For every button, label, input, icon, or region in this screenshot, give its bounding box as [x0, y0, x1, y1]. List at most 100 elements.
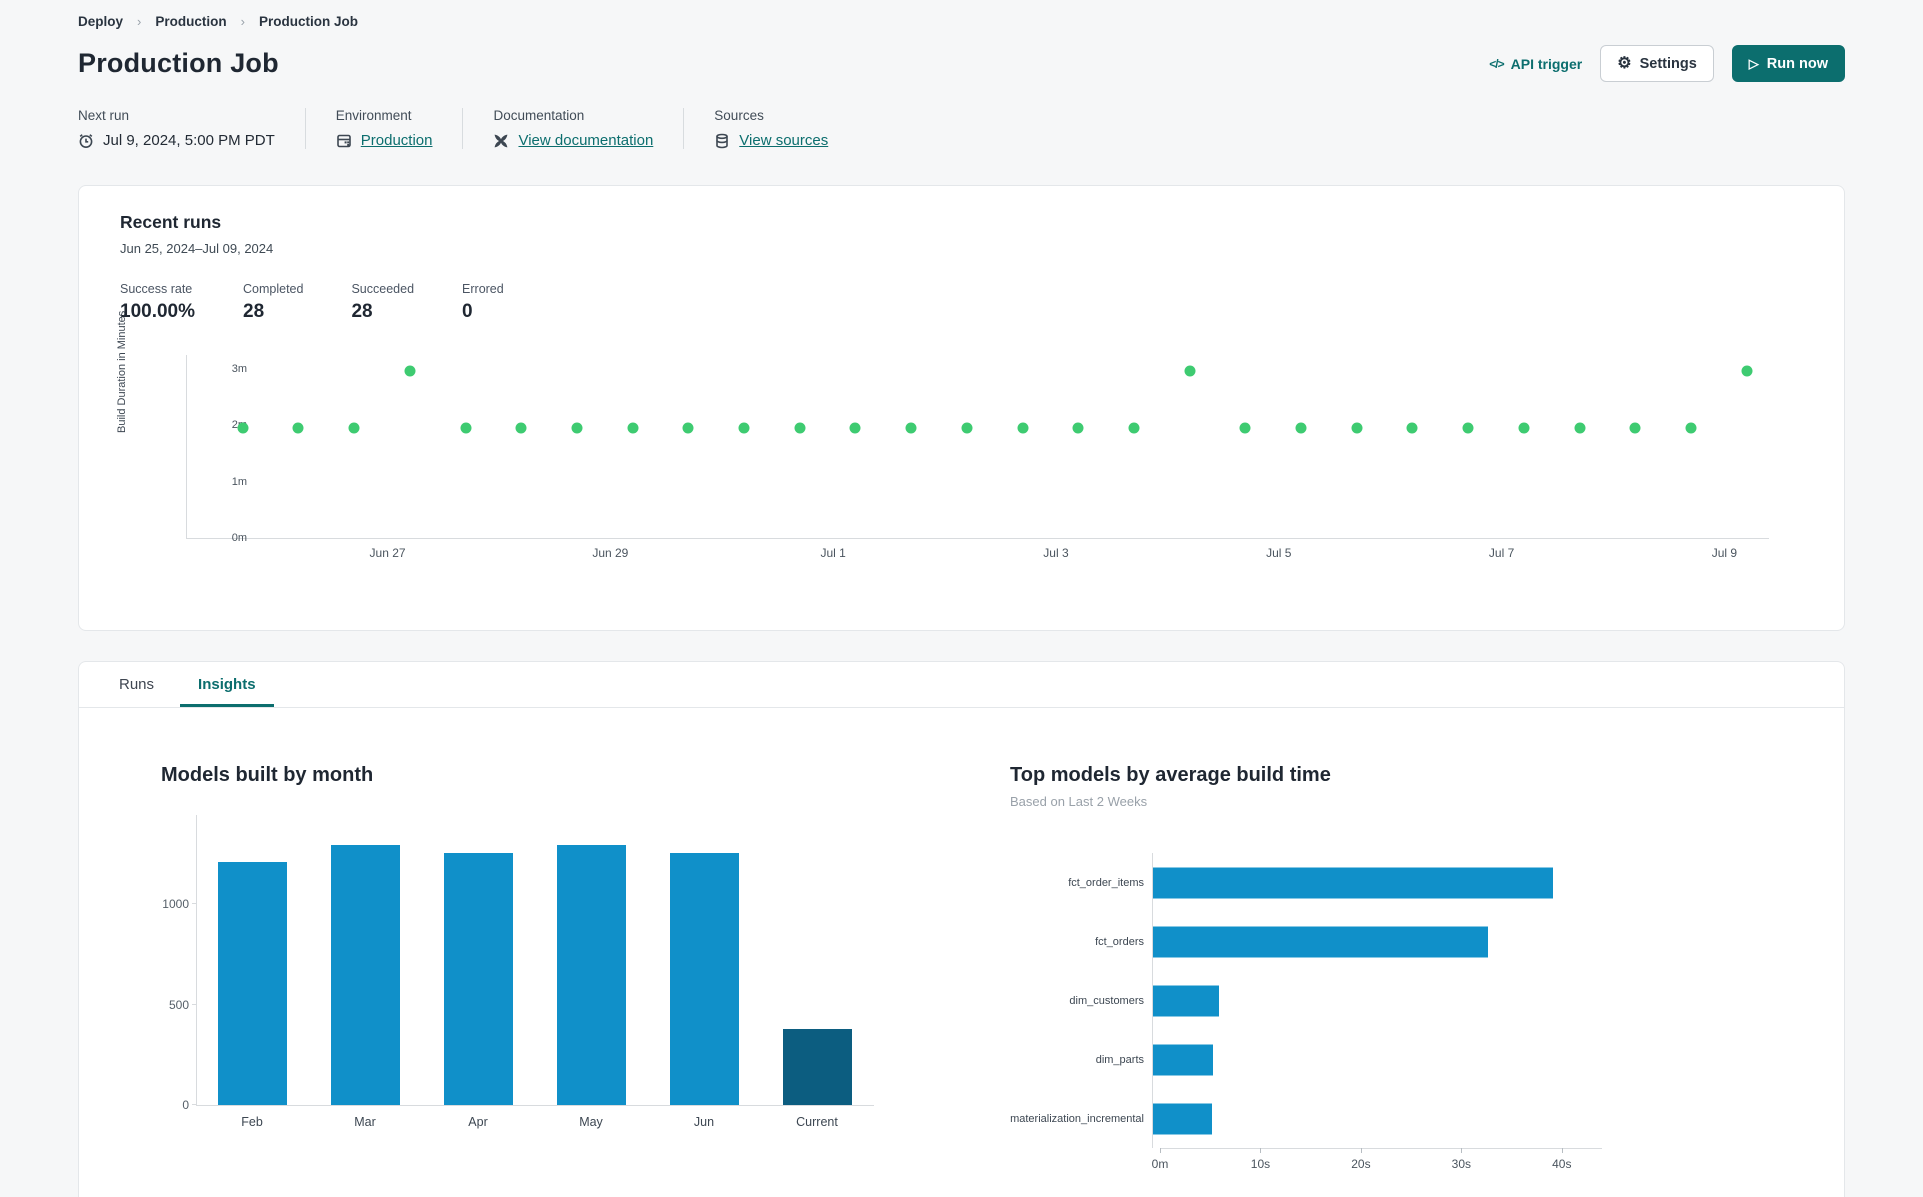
run-dot[interactable]	[1629, 422, 1641, 434]
y-tick-mark	[192, 903, 197, 905]
stat-success-rate: Success rate 100.00%	[120, 282, 196, 322]
build-time-x-tick: 0m	[1151, 1157, 1169, 1171]
run-dot[interactable]	[571, 422, 583, 434]
scatter-x-tick: Jul 3	[1043, 546, 1069, 560]
model-row: materialization_incremental	[1010, 1089, 1710, 1148]
model-bar-track	[1152, 1030, 1594, 1089]
run-dot[interactable]	[1072, 422, 1084, 434]
run-dot[interactable]	[515, 422, 527, 434]
model-row: dim_customers	[1010, 971, 1710, 1030]
gear-icon: ⚙	[1617, 54, 1632, 72]
models-built-y-tick: 0	[182, 1098, 189, 1112]
month-label: Apr	[468, 1115, 488, 1129]
build-time-x-tick: 20s	[1351, 1157, 1371, 1171]
model-bar[interactable]	[1153, 1044, 1214, 1075]
build-duration-chart: Build Duration in Minutes 0m1m2m3mJun 27…	[116, 311, 1803, 579]
clock-icon	[79, 133, 93, 148]
month-bar[interactable]	[330, 845, 400, 1105]
environment-label: Environment	[335, 108, 412, 123]
model-label: materialization_incremental	[1010, 1112, 1144, 1125]
run-dot[interactable]	[1351, 422, 1363, 434]
tab-insights[interactable]: Insights	[180, 662, 274, 707]
chevron-right-icon: ›	[137, 14, 142, 29]
top-models-subtitle: Based on Last 2 Weeks	[1010, 794, 1148, 809]
model-row: fct_order_items	[1010, 853, 1710, 912]
run-dot[interactable]	[794, 422, 806, 434]
model-bar[interactable]	[1153, 985, 1220, 1016]
view-sources-link[interactable]: View sources	[739, 132, 828, 149]
breadcrumb-deploy[interactable]: Deploy	[78, 14, 123, 29]
play-icon: ▷	[1748, 56, 1759, 71]
run-dot[interactable]	[849, 422, 861, 434]
next-run-label: Next run	[78, 108, 130, 123]
stat-completed: Completed 28	[243, 282, 304, 322]
scatter-x-tick: Jul 1	[820, 546, 846, 560]
run-dot[interactable]	[1518, 422, 1530, 434]
run-dot[interactable]	[1685, 422, 1697, 434]
models-built-title: Models built by month	[161, 764, 374, 786]
model-bar[interactable]	[1153, 1103, 1213, 1134]
top-models-title: Top models by average build time	[1010, 764, 1331, 786]
view-documentation-link[interactable]: View documentation	[518, 132, 653, 149]
breadcrumb-production-job: Production Job	[258, 14, 358, 29]
scatter-y-tick: 0m	[231, 532, 247, 544]
build-duration-plot: 0m1m2m3mJun 27Jun 29Jul 1Jul 3Jul 5Jul 7…	[186, 355, 1769, 560]
models-built-y-tick: 1000	[162, 897, 189, 912]
breadcrumb-production[interactable]: Production	[155, 14, 226, 29]
month-bar[interactable]	[443, 853, 513, 1105]
top-models-x-axis: 0m 10s 20s 30s 40s	[1152, 1148, 1602, 1171]
run-dot[interactable]	[1574, 422, 1586, 434]
run-dot[interactable]	[1017, 422, 1029, 434]
meta-environment: Environment Production	[304, 108, 463, 149]
stat-errored: Errored 0	[462, 282, 504, 322]
run-dot[interactable]	[1406, 422, 1418, 434]
model-bar-track	[1152, 853, 1594, 912]
environment-link[interactable]: Production	[361, 132, 433, 149]
y-tick-mark	[192, 1104, 197, 1105]
model-row: fct_orders	[1010, 912, 1710, 971]
x-tick-mark	[1461, 1148, 1463, 1153]
recent-runs-card: Recent runs Jun 25, 2024–Jul 09, 2024 Su…	[78, 185, 1845, 631]
model-bar-track	[1152, 912, 1594, 971]
top-models-chart: Top models by average build time Based o…	[1010, 764, 1710, 1171]
run-dot[interactable]	[460, 422, 472, 434]
insights-panel: Models built by month 0 500 1000 Feb Mar Apr M…	[79, 708, 1844, 1171]
y-tick-mark	[192, 1003, 197, 1005]
model-bar[interactable]	[1153, 926, 1488, 957]
run-now-label: Run now	[1766, 55, 1828, 72]
next-run-value: Jul 9, 2024, 5:00 PM PDT	[103, 132, 275, 149]
model-label: fct_order_items	[1068, 876, 1144, 889]
run-dot[interactable]	[1239, 422, 1251, 434]
month-bar[interactable]	[217, 862, 287, 1105]
month-bar[interactable]	[669, 853, 739, 1105]
month-label: Current	[796, 1115, 838, 1129]
environment-icon	[336, 134, 351, 147]
run-dot[interactable]	[1128, 422, 1140, 434]
run-dot[interactable]	[1295, 422, 1307, 434]
api-trigger-link[interactable]: </> API trigger	[1489, 56, 1582, 72]
build-time-x-tick: 30s	[1451, 1157, 1472, 1171]
run-dot[interactable]	[292, 422, 304, 434]
scatter-x-tick: Jul 9	[1711, 546, 1738, 560]
run-dot[interactable]	[348, 422, 360, 434]
month-bar[interactable]	[556, 845, 626, 1105]
run-dot[interactable]	[961, 422, 973, 434]
run-dot[interactable]	[738, 422, 750, 434]
model-bar[interactable]	[1153, 867, 1553, 898]
model-bar-track	[1152, 971, 1594, 1030]
page-header: Production Job </> API trigger ⚙ Setting…	[78, 45, 1845, 82]
run-dot[interactable]	[682, 422, 694, 434]
run-dot[interactable]	[905, 422, 917, 434]
build-time-x-tick: 10s	[1250, 1157, 1271, 1171]
run-dot[interactable]	[627, 422, 639, 434]
run-dot[interactable]	[1741, 365, 1753, 377]
model-bar-track	[1152, 1089, 1594, 1148]
month-bar[interactable]	[782, 1028, 852, 1105]
run-dot[interactable]	[404, 365, 416, 377]
settings-button[interactable]: ⚙ Settings	[1600, 45, 1714, 82]
run-dot[interactable]	[1184, 365, 1196, 377]
run-now-button[interactable]: ▷ Run now	[1731, 45, 1845, 82]
run-dot[interactable]	[237, 422, 249, 434]
run-dot[interactable]	[1462, 422, 1474, 434]
tab-runs[interactable]: Runs	[101, 662, 172, 707]
